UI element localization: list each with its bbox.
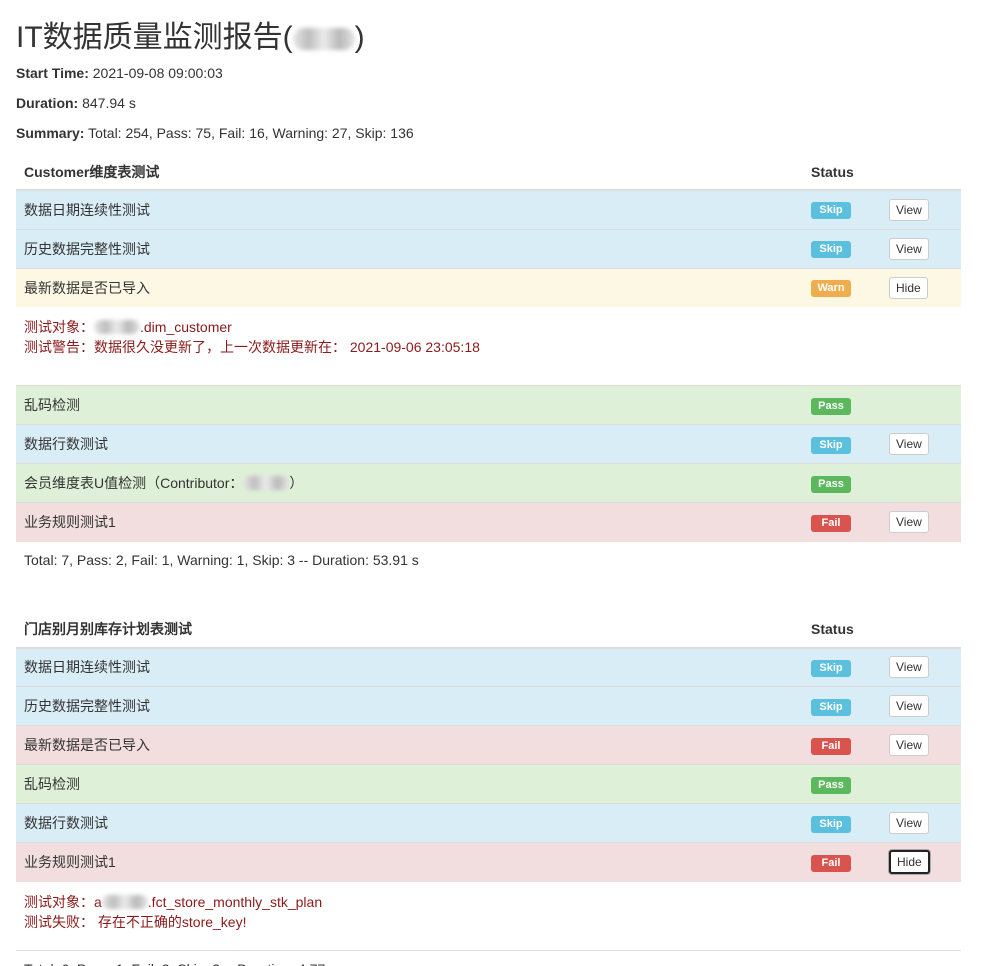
status-badge: Skip bbox=[811, 241, 851, 258]
page-title: IT数据质量监测报告() bbox=[16, 21, 365, 54]
suite-header: Customer维度表测试 Status bbox=[16, 154, 961, 191]
status-header: Status bbox=[803, 611, 881, 649]
table-row: 业务规则测试1 Fail View bbox=[16, 502, 961, 542]
view-button[interactable]: View bbox=[889, 695, 929, 717]
table-row: 数据日期连续性测试 Skip View bbox=[16, 647, 961, 687]
suite-header: 门店别月别库存计划表测试 Status bbox=[16, 611, 961, 649]
view-button[interactable]: View bbox=[889, 812, 929, 834]
status-badge: Skip bbox=[811, 436, 851, 454]
redacted-blur bbox=[243, 476, 290, 490]
report-page: IT数据质量监测报告() Start Time: 2021-09-08 09:0… bbox=[0, 0, 985, 966]
suite-table-customer: Customer维度表测试 Status 数据日期连续性测试 Skip View… bbox=[16, 154, 961, 307]
hide-button[interactable]: Hide bbox=[889, 850, 930, 875]
status-badge: Warn bbox=[811, 280, 851, 298]
summary: Summary: Total: 254, Pass: 75, Fail: 16,… bbox=[16, 125, 414, 141]
status-badge: Skip bbox=[811, 202, 851, 220]
view-button[interactable]: View bbox=[889, 198, 929, 221]
hide-button[interactable]: Hide bbox=[889, 276, 928, 299]
status-badge: Skip bbox=[811, 815, 851, 833]
table-row: 历史数据完整性测试 Skip View bbox=[16, 686, 961, 726]
table-row: 数据行数测试 Skip View bbox=[16, 803, 961, 843]
status-badge: Pass bbox=[811, 475, 851, 493]
table-row: 历史数据完整性测试 Skip View bbox=[16, 228, 961, 268]
status-header: Status bbox=[803, 154, 881, 191]
status-badge: Skip bbox=[811, 659, 851, 677]
redacted-blur bbox=[101, 894, 148, 909]
table-row: 数据日期连续性测试 Skip View bbox=[16, 189, 961, 229]
table-row: 最新数据是否已导入 Fail View bbox=[16, 725, 961, 765]
table-row: 数据行数测试 Skip View bbox=[16, 424, 961, 464]
test-detail: 测试对象： .dim_customer 测试警告：数据很久没更新了，上一次数据更新… bbox=[16, 307, 961, 377]
duration: Duration: 847.94 s bbox=[16, 95, 136, 111]
suite-total: Total: 6, Pass: 1, Fail: 2, Skip: 3 -- D… bbox=[16, 951, 961, 966]
start-time: Start Time: 2021-09-08 09:00:03 bbox=[16, 65, 223, 81]
view-button[interactable]: View bbox=[889, 656, 929, 679]
status-badge: Fail bbox=[811, 854, 851, 872]
suite-name: Customer维度表测试 bbox=[16, 154, 803, 191]
redacted-blur bbox=[292, 28, 355, 50]
table-row: 业务规则测试1 Fail Hide bbox=[16, 842, 961, 882]
table-row: 会员维度表U值检测（Contributor：） Pass bbox=[16, 463, 961, 503]
view-button[interactable]: View bbox=[889, 511, 929, 534]
view-button[interactable]: View bbox=[889, 433, 929, 455]
status-badge: Pass bbox=[811, 776, 851, 794]
status-badge: Fail bbox=[811, 737, 851, 755]
table-row: 乱码检测 Pass bbox=[16, 764, 961, 804]
view-button[interactable]: View bbox=[889, 734, 929, 756]
suite-table-customer-cont: 乱码检测 Pass 数据行数测试 Skip View 会员维度表U值检测（Con… bbox=[16, 385, 961, 542]
status-badge: Pass bbox=[811, 397, 851, 415]
suite-name: 门店别月别库存计划表测试 bbox=[16, 611, 803, 649]
status-badge: Skip bbox=[811, 698, 851, 716]
suite-total: Total: 7, Pass: 2, Fail: 1, Warning: 1, … bbox=[24, 551, 419, 568]
redacted-blur bbox=[94, 320, 140, 334]
status-badge: Fail bbox=[811, 514, 851, 532]
suite-table-store-stock: 门店别月别库存计划表测试 Status 数据日期连续性测试 Skip View … bbox=[16, 611, 961, 882]
table-row: 最新数据是否已导入 Warn Hide bbox=[16, 267, 961, 307]
test-detail: 测试对象：a .fct_store_monthly_stk_plan 测试失败： … bbox=[16, 881, 961, 951]
table-row: 乱码检测 Pass bbox=[16, 385, 961, 425]
view-button[interactable]: View bbox=[889, 237, 929, 260]
